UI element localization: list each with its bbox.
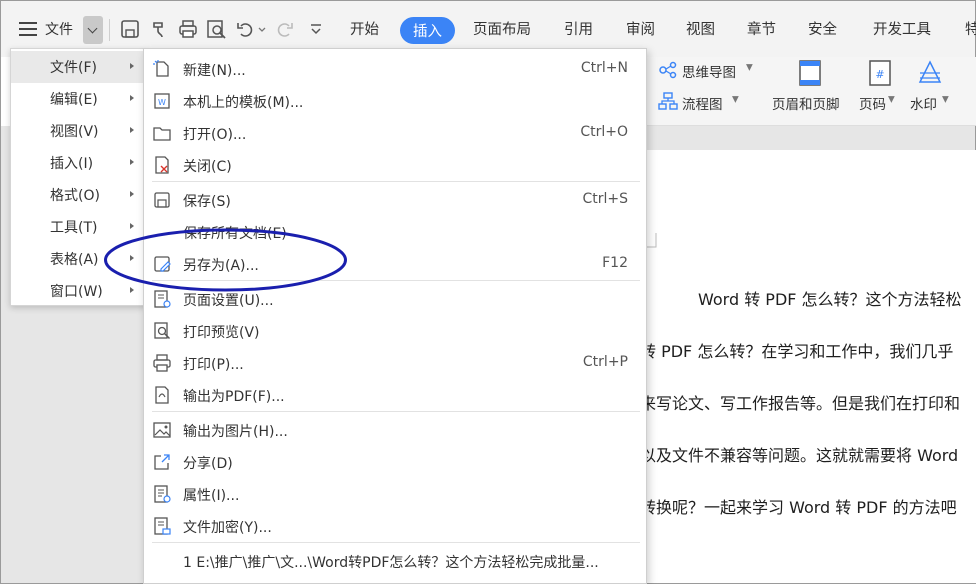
encrypt-icon <box>154 517 171 535</box>
submenu-arrow-icon <box>130 127 134 133</box>
menu-item-close[interactable]: 关闭(C) <box>144 149 646 181</box>
menu-view[interactable]: 视图(V) <box>11 115 146 147</box>
file-dropdown-toggle[interactable] <box>83 16 103 44</box>
format-painter-icon[interactable] <box>149 18 171 40</box>
tab-references[interactable]: 引用 <box>564 18 593 39</box>
new-file-icon <box>153 60 169 77</box>
export-pdf-icon <box>155 386 169 404</box>
doc-title: Word 转 PDF 怎么转？这个方法轻松 <box>698 290 962 309</box>
more-icon[interactable] <box>305 18 327 40</box>
save-icon <box>154 192 170 208</box>
doc-paragraph-line: 以及文件不兼容等问题。这就就需要将 Word <box>640 446 959 465</box>
menu-item-print[interactable]: 打印(P)... Ctrl+P <box>144 347 646 379</box>
share-icon <box>154 454 170 470</box>
save-icon[interactable] <box>119 18 141 40</box>
tab-special[interactable]: 特 <box>965 18 976 39</box>
watermark-icon <box>918 60 942 83</box>
undo-icon[interactable] <box>235 18 257 40</box>
menu-file[interactable]: 文件(F) <box>11 51 146 83</box>
tab-home[interactable]: 开始 <box>350 18 379 39</box>
submenu-arrow-icon <box>130 95 134 101</box>
submenu-arrow-icon <box>130 63 134 69</box>
redo-icon[interactable] <box>273 18 295 40</box>
doc-paragraph-line: 转换呢？一起来学习 Word 转 PDF 的方法吧 <box>640 498 957 517</box>
document-page[interactable]: Word 转 PDF 怎么转？这个方法轻松 转 PDF 怎么转？在学习和工作中，… <box>640 150 976 583</box>
menu-format[interactable]: 格式(O) <box>11 179 146 211</box>
header-footer-button[interactable]: 页眉和页脚 <box>772 93 840 113</box>
flowchart-icon <box>658 92 678 110</box>
tab-chapter[interactable]: 章节 <box>747 18 776 39</box>
menu-edit[interactable]: 编辑(E) <box>11 83 146 115</box>
tab-page-layout[interactable]: 页面布局 <box>473 18 531 39</box>
print-icon[interactable] <box>177 18 199 40</box>
undo-dropdown-icon[interactable] <box>257 18 267 40</box>
mindmap-icon <box>659 61 677 79</box>
properties-icon <box>154 485 171 503</box>
menu-item-new[interactable]: 新建(N)... Ctrl+N <box>144 53 646 85</box>
export-image-icon <box>153 422 171 438</box>
doc-paragraph-line: 来写论文、写工作报告等。但是我们在打印和 <box>640 394 961 413</box>
flowchart-dropdown-icon[interactable]: ▾ <box>732 91 739 107</box>
menu-item-encrypt[interactable]: 文件加密(Y)... <box>144 510 646 542</box>
toolbar-divider <box>109 19 110 41</box>
menu-item-local-templates[interactable]: W 本机上的模板(M)... <box>144 85 646 117</box>
template-icon: W <box>154 93 170 109</box>
tab-review[interactable]: 审阅 <box>626 18 655 39</box>
menu-divider <box>152 542 640 543</box>
menu-item-print-preview[interactable]: 打印预览(V) <box>144 315 646 347</box>
menu-item-open[interactable]: 打开(O)... Ctrl+O <box>144 117 646 149</box>
print-preview-icon <box>154 322 171 340</box>
menu-item-export-pdf[interactable]: 输出为PDF(F)... <box>144 379 646 411</box>
file-menu-label: 文件 <box>45 22 73 38</box>
menu-item-share[interactable]: 分享(D) <box>144 446 646 478</box>
mindmap-button[interactable]: 思维导图 <box>682 61 736 81</box>
insert-ribbon: 思维导图 ▾ 流程图 ▾ 页眉和页脚 # 页码 ▾ 水印 ▾ <box>640 57 976 126</box>
file-submenu: 新建(N)... Ctrl+N W 本机上的模板(M)... 打开(O)... … <box>143 48 647 584</box>
page-number-dropdown-icon[interactable]: ▾ <box>888 91 895 107</box>
menu-insert[interactable]: 插入(I) <box>11 147 146 179</box>
annotation-circle <box>104 228 347 292</box>
flowchart-button[interactable]: 流程图 <box>682 93 723 113</box>
folder-open-icon <box>153 127 171 141</box>
tab-view[interactable]: 视图 <box>686 18 715 39</box>
menu-item-export-image[interactable]: 输出为图片(H)... <box>144 414 646 446</box>
submenu-arrow-icon <box>130 159 134 165</box>
mindmap-dropdown-icon[interactable]: ▾ <box>746 59 753 75</box>
submenu-arrow-icon <box>130 191 134 197</box>
menu-item-recent-file[interactable]: 1 E:\推广\推广\文...\Word转PDF怎么转？这个方法轻松完成批量..… <box>144 545 646 577</box>
svg-text:#: # <box>875 68 884 81</box>
svg-text:W: W <box>158 98 166 107</box>
menu-item-save[interactable]: 保存(S) Ctrl+S <box>144 184 646 216</box>
doc-paragraph-line: 转 PDF 怎么转？在学习和工作中，我们几乎 <box>640 342 954 361</box>
watermark-button[interactable]: 水印 <box>910 93 937 113</box>
tab-security[interactable]: 安全 <box>808 18 837 39</box>
tab-insert[interactable]: 插入 <box>400 17 455 44</box>
menu-divider <box>152 181 640 182</box>
print-icon <box>153 354 171 372</box>
menu-divider <box>152 411 640 412</box>
page-number-button[interactable]: 页码 <box>859 93 886 113</box>
main-menu-button[interactable]: 文件 <box>19 15 73 43</box>
menu-item-properties[interactable]: 属性(I)... <box>144 478 646 510</box>
watermark-dropdown-icon[interactable]: ▾ <box>942 91 949 107</box>
print-preview-icon[interactable] <box>205 18 227 40</box>
tab-developer[interactable]: 开发工具 <box>873 18 931 39</box>
page-number-icon: # <box>869 60 891 86</box>
hamburger-icon <box>19 22 37 36</box>
close-file-icon <box>155 156 169 174</box>
header-footer-icon <box>799 60 821 86</box>
